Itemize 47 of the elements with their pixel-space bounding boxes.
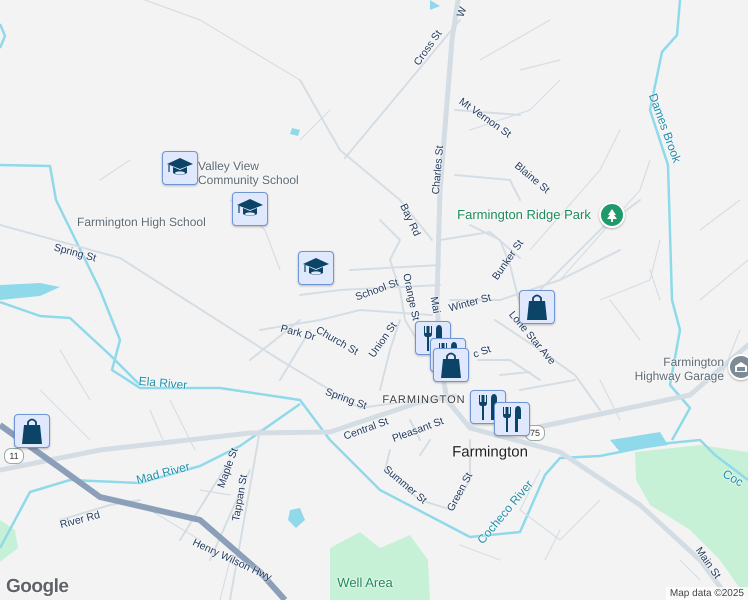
area-label: FARMINGTON [382,394,466,406]
street-label: River Rd [58,508,102,532]
river-label: Dames Brook [646,92,684,164]
place-label: Farmington High School [77,215,207,229]
street-label: School St [354,276,400,304]
shopping-bag-icon [439,351,463,379]
map-marker[interactable] [14,414,50,448]
street-label: Park Dr [279,322,317,344]
street-label: W [454,5,470,19]
map-marker[interactable] [232,192,268,226]
fork-knife-icon [500,405,524,433]
pond [290,128,300,136]
map-marker[interactable] [298,251,334,285]
river-label: Mad River [135,460,191,486]
park-label: Farmington Ridge Park [457,208,591,222]
map-marker[interactable] [162,151,198,185]
shopping-bag-icon [20,417,44,445]
street-label: Tappan St [230,474,250,522]
pond [288,508,305,528]
town-label: Farmington [452,444,528,460]
place-pin[interactable] [728,354,748,380]
street-label: Winter St [448,292,492,314]
stream [0,24,6,48]
street-label: Mai [428,296,442,314]
street-label: Bay Rd [397,202,423,238]
lake [0,283,60,300]
pond [610,432,668,452]
park-label: Well Area [337,576,393,590]
street-label: Orange St [400,272,422,322]
map-marker[interactable] [494,402,530,436]
park-area [0,520,18,562]
shopping-bag-icon [525,293,549,321]
place-label: Valley View Community School [198,159,300,187]
river-label: Ela River [138,374,188,392]
map-marker[interactable] [433,348,469,382]
street-label: Spring St [52,242,98,264]
route-shield: 11 [4,448,24,464]
river-label: Coc [720,467,746,489]
tree-icon [604,207,620,223]
place-pin[interactable] [599,202,625,228]
street-label: c St [471,343,493,361]
fork-knife-icon [476,393,500,421]
pond [430,0,440,10]
map-attribution[interactable]: Map data ©2025 [666,587,748,600]
google-logo: Google [6,576,68,598]
street-label: Charles St [430,145,446,195]
garage-icon [733,359,748,375]
